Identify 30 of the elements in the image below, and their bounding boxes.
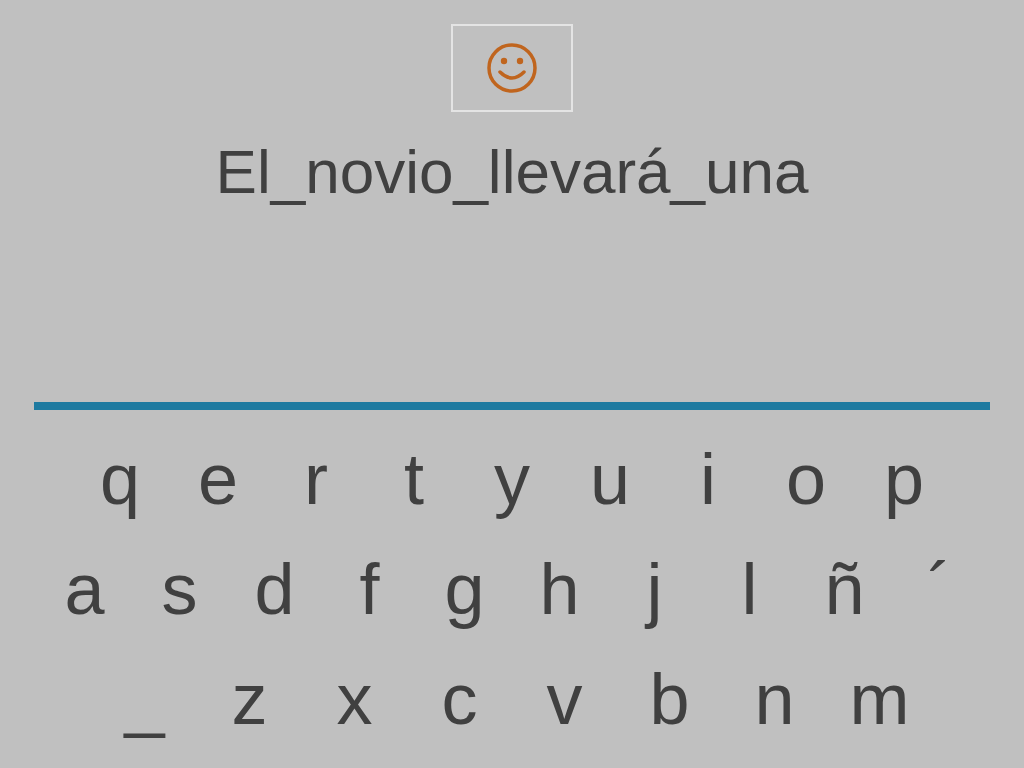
letter-key[interactable]: ´	[892, 544, 987, 634]
letter-key[interactable]: r	[267, 434, 365, 524]
letter-key[interactable]: l	[702, 544, 797, 634]
letter-key[interactable]: g	[417, 544, 512, 634]
letter-key[interactable]: q	[71, 434, 169, 524]
letter-key[interactable]: y	[463, 434, 561, 524]
letter-key[interactable]: s	[132, 544, 227, 634]
letter-key[interactable]: m	[827, 654, 932, 744]
letter-key[interactable]: o	[757, 434, 855, 524]
letter-key[interactable]: x	[302, 654, 407, 744]
letter-key[interactable]: h	[512, 544, 607, 634]
letter-key[interactable]: e	[169, 434, 267, 524]
smiley-icon	[486, 42, 538, 94]
letter-key[interactable]: p	[855, 434, 953, 524]
smiley-button[interactable]	[451, 24, 573, 112]
phrase-text: El_novio_llevará_una	[215, 136, 809, 208]
letter-key[interactable]: d	[227, 544, 322, 634]
letter-key[interactable]: b	[617, 654, 722, 744]
letter-key[interactable]: c	[407, 654, 512, 744]
letter-key[interactable]: z	[197, 654, 302, 744]
letter-key[interactable]: t	[365, 434, 463, 524]
letter-key[interactable]: a	[37, 544, 132, 634]
letter-key[interactable]: ñ	[797, 544, 892, 634]
letter-key[interactable]: v	[512, 654, 617, 744]
letter-key[interactable]: _	[92, 654, 197, 744]
letter-key[interactable]: i	[659, 434, 757, 524]
letter-key[interactable]: u	[561, 434, 659, 524]
letter-key[interactable]: f	[322, 544, 417, 634]
letter-key[interactable]: n	[722, 654, 827, 744]
letter-key[interactable]: j	[607, 544, 702, 634]
